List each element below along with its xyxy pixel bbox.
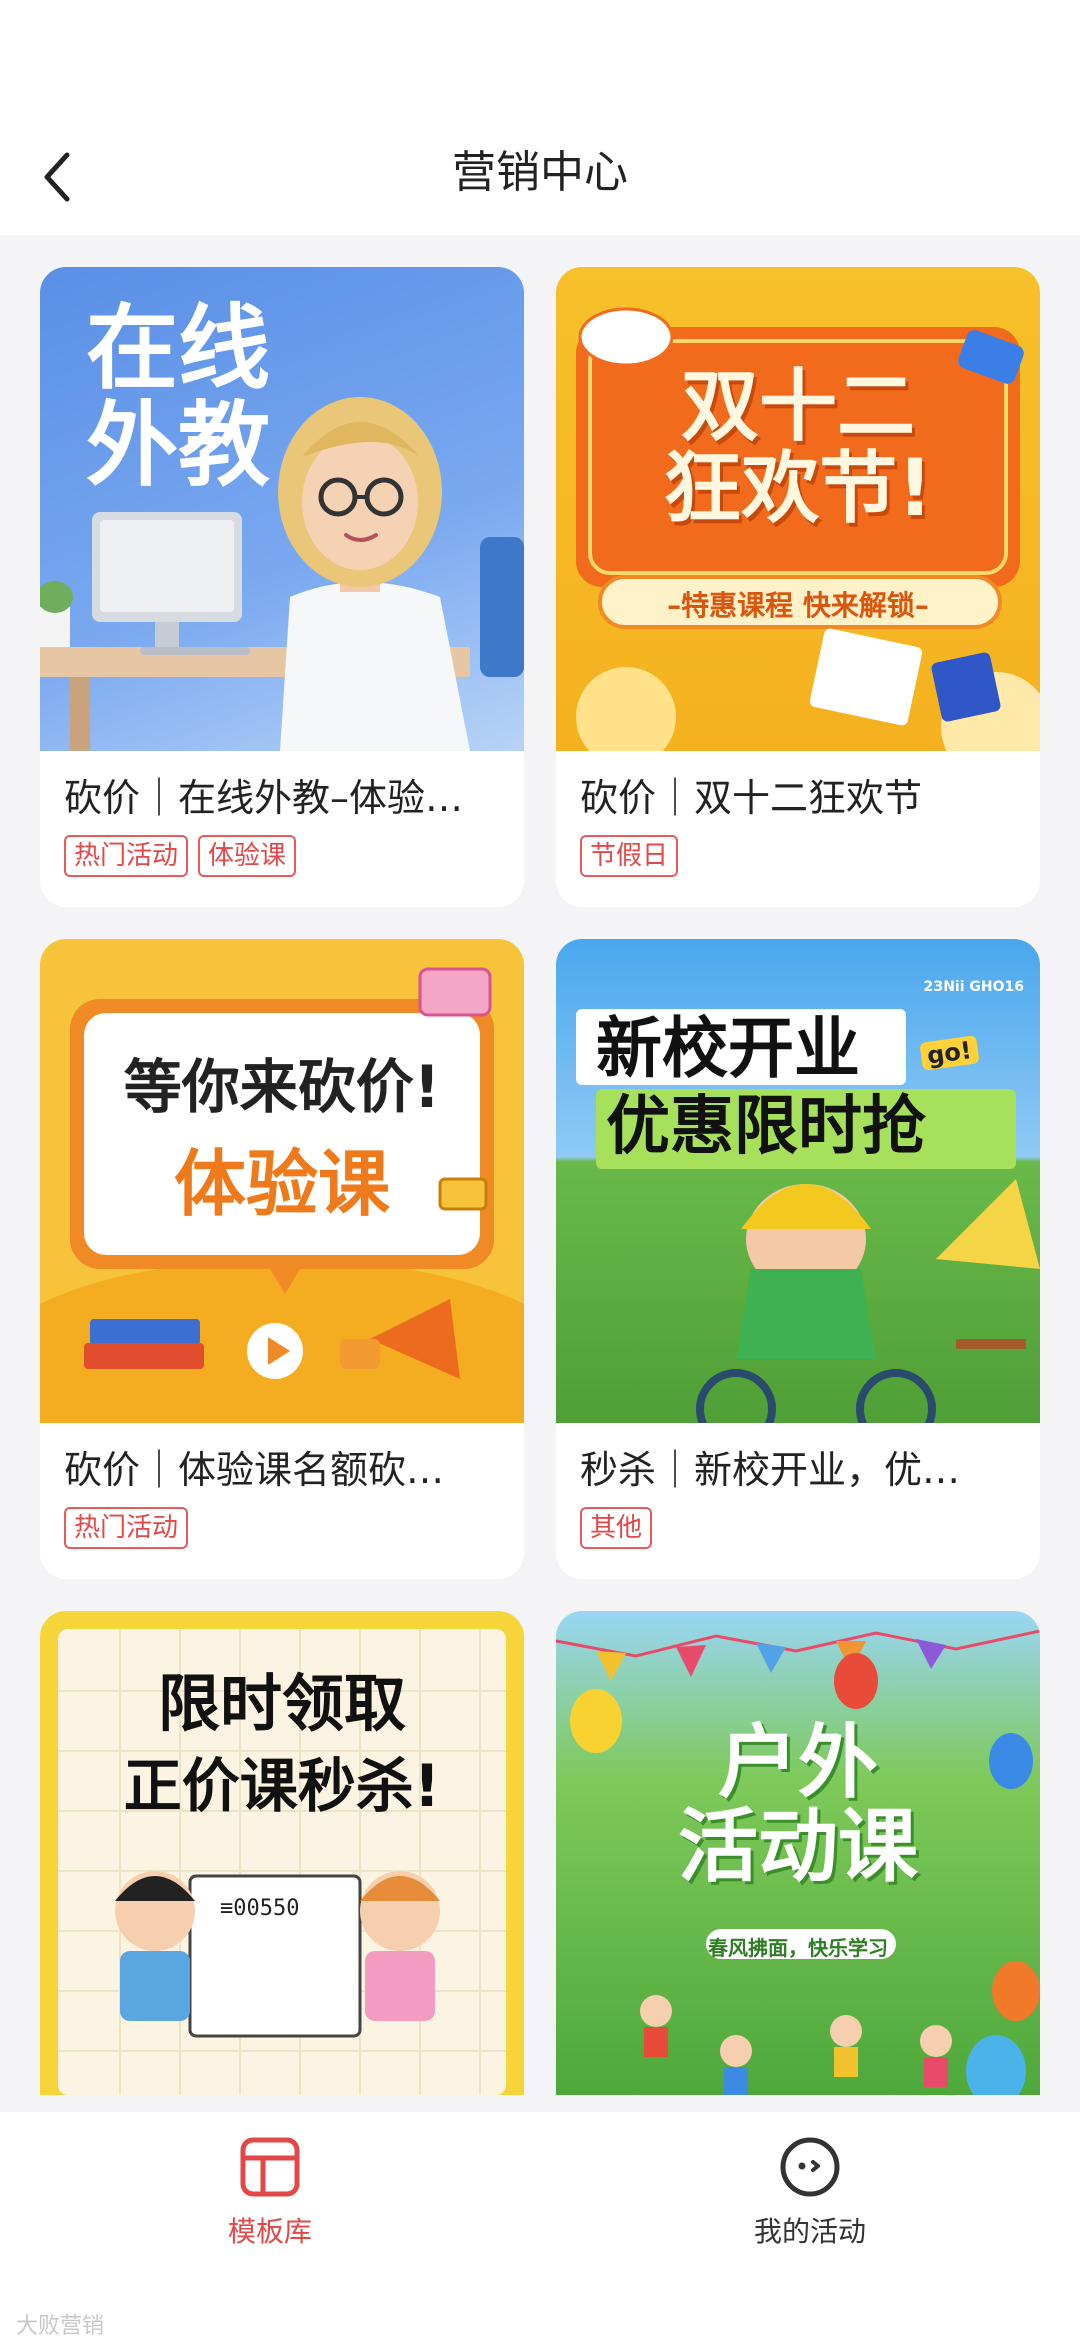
thumb-text-line: 体验课	[173, 1142, 390, 1226]
tag: 体验课	[198, 835, 297, 877]
template-thumbnail: 双十二 狂欢节! –特惠课程 快来解锁–	[556, 267, 1040, 751]
my-activities-icon	[780, 2137, 840, 2197]
template-card[interactable]: 户外 活动课 春风拂面，快乐学习	[556, 1611, 1040, 2095]
template-card[interactable]: 等你来砍价! 体验课 砍价｜体验课名额砍… 热门活动	[40, 939, 524, 1579]
tab-label: 我的活动	[753, 2215, 866, 2248]
tag: 热门活动	[64, 1507, 189, 1549]
template-title: 砍价｜体验课名额砍…	[64, 1448, 445, 1492]
thumb-text-line: 正价课秒杀!	[123, 1752, 441, 1820]
template-title: 秒杀｜新校开业，优…	[580, 1448, 961, 1492]
thumb-text-line: 等你来砍价!	[123, 1053, 441, 1121]
tag: 节假日	[580, 835, 679, 877]
template-thumbnail: 等你来砍价! 体验课	[40, 939, 524, 1423]
template-card[interactable]: 双十二 狂欢节! –特惠课程 快来解锁– 砍价｜双十二狂欢节 节假日	[556, 267, 1040, 907]
template-title: 砍价｜双十二狂欢节	[580, 776, 923, 820]
status-bar-area	[0, 0, 1080, 120]
teacher-illustration	[40, 397, 524, 751]
template-card[interactable]: ≡00550 限时领取 正价课秒杀!	[40, 1611, 524, 2095]
tab-my-activities[interactable]: 我的活动	[710, 2136, 910, 2250]
template-card[interactable]: 2ЗNii GHO16 go! 新校开业 优惠限时抢 秒杀｜新校开业，优… 其他	[556, 939, 1040, 1579]
thumb-text-line: 户外	[718, 1716, 878, 1809]
app-root: 营销中心 在线 外教 砍价｜在线外教–体验… 热门活动 体验课 双十二 狂欢节!…	[0, 0, 1080, 2341]
template-library-icon	[240, 2137, 300, 2197]
template-thumbnail: 在线 外教	[40, 267, 524, 751]
top-nav-bar: 营销中心	[0, 120, 1080, 235]
tag: 热门活动	[64, 835, 189, 877]
thumb-text-line: 限时领取	[157, 1667, 406, 1740]
thumb-subtitle: 春风拂面，快乐学习	[708, 1936, 888, 1960]
thumb-text-line: 新校开业	[596, 1010, 860, 1087]
thumb-text-line: 活动课	[678, 1800, 918, 1893]
template-thumbnail: 户外 活动课 春风拂面，快乐学习	[556, 1611, 1040, 2095]
tab-template-library[interactable]: 模板库	[170, 2136, 370, 2250]
tag-list: 节假日	[580, 835, 1016, 877]
tab-label: 模板库	[227, 2215, 312, 2248]
thumb-small-text: ≡00550	[220, 1896, 300, 1921]
thumb-text-line: 优惠限时抢	[606, 1090, 926, 1164]
tag-list: 热门活动 体验课	[64, 835, 500, 877]
tag-list: 其他	[580, 1507, 1016, 1549]
page-title: 营销中心	[452, 147, 628, 198]
template-card[interactable]: 在线 外教 砍价｜在线外教–体验… 热门活动 体验课	[40, 267, 524, 907]
template-thumbnail: 2ЗNii GHO16 go! 新校开业 优惠限时抢	[556, 939, 1040, 1423]
bottom-tab-bar: 模板库 我的活动	[0, 2112, 1080, 2341]
thumb-subtitle: –特惠课程 快来解锁–	[667, 589, 929, 622]
thumb-text-line: 双十二	[680, 362, 915, 452]
template-title: 砍价｜在线外教–体验…	[64, 776, 464, 820]
template-grid: 在线 外教 砍价｜在线外教–体验… 热门活动 体验课 双十二 狂欢节! –特惠课…	[40, 267, 1040, 2095]
template-thumbnail: ≡00550 限时领取 正价课秒杀!	[40, 1611, 524, 2095]
thumb-small-text: 2ЗNii GHO16	[923, 979, 1024, 995]
watermark: 大败营销	[16, 2314, 105, 2339]
tag: 其他	[580, 1507, 653, 1549]
tag-list: 热门活动	[64, 1507, 500, 1549]
thumb-text-line: 狂欢节!	[663, 443, 933, 534]
